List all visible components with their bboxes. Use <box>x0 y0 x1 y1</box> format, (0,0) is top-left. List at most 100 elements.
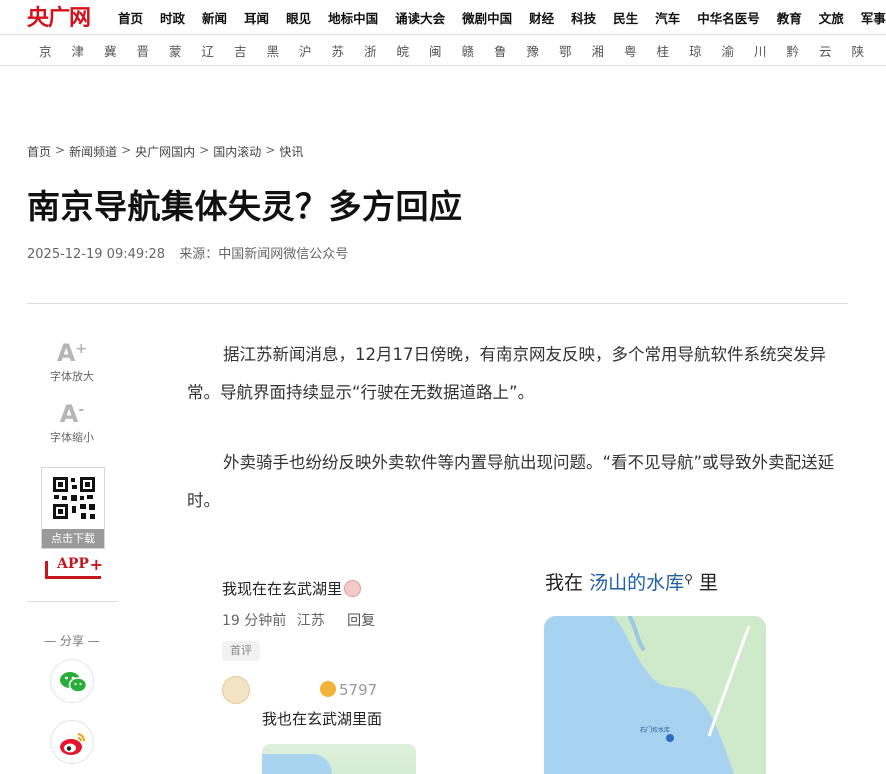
nav-item[interactable]: 时政 <box>160 8 185 27</box>
wechat-icon <box>60 672 88 693</box>
app-label: APP <box>57 556 89 572</box>
qr-caption: 点击下载 <box>42 529 104 548</box>
nav-item[interactable]: 教育 <box>777 8 802 27</box>
map-label: 石门坎水库 <box>640 726 670 734</box>
share-label: — 分享 — <box>44 634 100 648</box>
comment-meta: 19 分钟前 江苏 回复 <box>222 613 376 629</box>
nav-item[interactable]: 眼见 <box>286 8 311 27</box>
app-badge-border-bottom <box>45 576 101 579</box>
article-title: 南京导航集体失灵？多方回应 <box>27 187 463 226</box>
font-decrease-button[interactable]: A- 字体缩小 <box>40 401 104 445</box>
emoji-icon <box>344 580 362 597</box>
nav-item[interactable]: 中华名医号 <box>697 8 760 27</box>
map-view: 石门坎水库 <box>544 616 766 774</box>
publish-datetime: 2025-12-19 09:49:28 <box>27 247 166 262</box>
province-item[interactable]: 黑 <box>267 41 300 60</box>
search-icon: ⚲ <box>684 572 693 586</box>
nav-item[interactable]: 新闻 <box>202 8 227 27</box>
font-increase-label: 字体放大 <box>50 370 94 383</box>
breadcrumb-separator: > <box>199 143 210 157</box>
province-item[interactable]: 渝 <box>722 41 755 60</box>
map-water-area <box>262 754 332 774</box>
province-item[interactable]: 苏 <box>332 41 365 60</box>
province-item[interactable]: 京 <box>39 41 72 60</box>
share-wechat-button[interactable] <box>50 659 94 703</box>
article-paragraph: 外卖骑手也纷纷反映外卖软件等内置导航出现问题。“看不见导航”或导致外卖配送延时。 <box>187 453 835 510</box>
font-decrease-icon: A- <box>59 400 85 428</box>
province-item[interactable]: 津 <box>72 41 105 60</box>
nav-item[interactable]: 民生 <box>613 8 638 27</box>
share-weibo-button[interactable] <box>50 720 94 764</box>
post-text: 我在 汤山的水库⚲ 里 <box>545 572 718 594</box>
nav-menu: 首页 时政 新闻 耳闻 眼见 地标中国 诵读大会 微剧中国 财经 科技 民生 汽车 中华名医号 教育 文旅军… <box>118 0 886 34</box>
province-item[interactable]: 云 <box>819 41 852 60</box>
province-item[interactable]: 黔 <box>787 41 820 60</box>
nav-item[interactable]: 地标中国 <box>328 8 378 27</box>
sidebar-divider <box>27 601 118 602</box>
app-download-qr[interactable]: 点击下载 <box>41 467 105 549</box>
weibo-icon <box>60 733 86 755</box>
breadcrumb-link[interactable]: 央广网国内 <box>135 143 195 160</box>
province-item[interactable]: 沪 <box>299 41 332 60</box>
comment-reply-text: 我也在玄武湖里面 <box>262 710 383 728</box>
province-item[interactable]: 冀 <box>104 41 137 60</box>
header-divider <box>27 303 848 304</box>
breadcrumb: 首页 > 新闻频道 > 央广网国内 > 国内滚动 > 快讯 <box>27 143 303 160</box>
first-comment-tag: 首评 <box>222 641 260 661</box>
province-item[interactable]: 闽 <box>429 41 462 60</box>
qr-code-icon <box>52 476 96 520</box>
breadcrumb-link[interactable]: 快讯 <box>279 143 303 160</box>
site-logo[interactable]: 央广网 <box>27 2 105 31</box>
province-item[interactable]: 晋 <box>137 41 170 60</box>
province-item[interactable]: 鄂 <box>559 41 592 60</box>
province-item[interactable]: 吉 <box>234 41 267 60</box>
nav-item[interactable]: 科技 <box>571 8 596 27</box>
app-download-link[interactable]: APP + <box>45 555 105 579</box>
province-bar: 京津冀晋蒙辽吉黑沪苏浙皖闽赣鲁豫鄂湘粤桂琼渝川黔云陕 <box>0 34 886 66</box>
province-item[interactable]: 粤 <box>624 41 657 60</box>
app-plus-icon: + <box>89 555 103 574</box>
nav-item[interactable]: 首页 <box>118 8 143 27</box>
province-item[interactable]: 琼 <box>689 41 722 60</box>
province-item[interactable]: 陕 <box>852 41 885 60</box>
map-thumbnail <box>262 744 416 774</box>
article-meta: 2025-12-19 09:49:28 来源：中国新闻网微信公众号 <box>27 243 348 262</box>
province-item[interactable]: 赣 <box>462 41 495 60</box>
breadcrumb-link[interactable]: 新闻频道 <box>69 143 117 160</box>
article-source: 中国新闻网微信公众号 <box>218 247 349 262</box>
embedded-post-screenshot: 我在 汤山的水库⚲ 里 石门坎水库 <box>530 546 780 774</box>
nav-item[interactable]: 汽车 <box>655 8 680 27</box>
nav-item[interactable]: 财经 <box>529 8 554 27</box>
province-item[interactable]: 皖 <box>397 41 430 60</box>
top-nav: 央广网 首页 时政 新闻 耳闻 眼见 地标中国 诵读大会 微剧中国 财经 科技 民生 汽车 中华名医号教… <box>0 0 886 34</box>
font-increase-icon: A+ <box>56 339 88 367</box>
nav-item[interactable]: 耳闻 <box>244 8 269 27</box>
province-item[interactable]: 川 <box>754 41 787 60</box>
like-icon <box>320 681 336 697</box>
province-item[interactable]: 辽 <box>202 41 235 60</box>
breadcrumb-separator: > <box>121 143 132 157</box>
font-increase-button[interactable]: A+ 字体放大 <box>40 340 104 384</box>
province-item[interactable]: 桂 <box>657 41 690 60</box>
nav-item[interactable]: 军事 <box>861 8 886 27</box>
comment-likes: 5797 <box>320 681 377 699</box>
province-item[interactable]: 豫 <box>527 41 560 60</box>
source-label: 来源： <box>179 247 219 262</box>
breadcrumb-link[interactable]: 国内滚动 <box>213 143 261 160</box>
nav-item[interactable]: 文旅 <box>819 8 844 27</box>
logo-text: 央广网 <box>27 5 91 31</box>
province-item[interactable]: 浙 <box>364 41 397 60</box>
breadcrumb-link[interactable]: 首页 <box>27 143 51 160</box>
nav-item[interactable]: 微剧中国 <box>462 8 512 27</box>
province-menu: 京津冀晋蒙辽吉黑沪苏浙皖闽赣鲁豫鄂湘粤桂琼渝川黔云陕 <box>39 35 884 66</box>
province-item[interactable]: 湘 <box>592 41 625 60</box>
comment-reply-link: 回复 <box>347 613 376 629</box>
nav-item[interactable]: 诵读大会 <box>395 8 445 27</box>
province-item[interactable]: 蒙 <box>169 41 202 60</box>
map-graphic: 石门坎水库 <box>544 616 766 774</box>
embedded-comment-screenshot: 我现在在玄武湖里 19 分钟前 江苏 回复 首评 5797 我也在玄武湖里面 <box>212 566 416 774</box>
breadcrumb-separator: > <box>55 143 66 157</box>
font-decrease-label: 字体缩小 <box>50 431 94 444</box>
article-paragraph: 据江苏新闻消息，12月17日傍晚，有南京网友反映，多个常用导航软件系统突发异常。… <box>187 345 826 402</box>
province-item[interactable]: 鲁 <box>494 41 527 60</box>
